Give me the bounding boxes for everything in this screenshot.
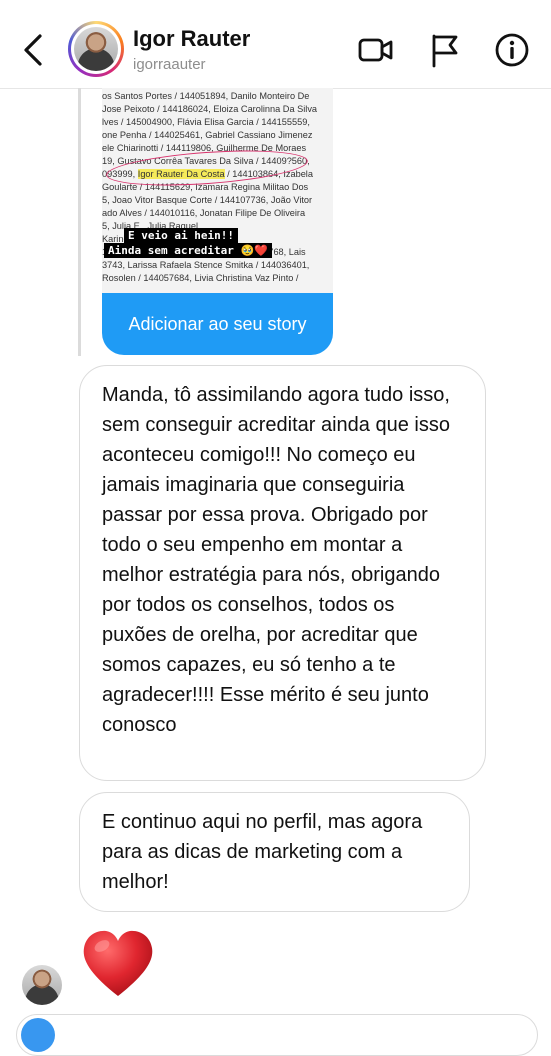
- story-line: Jose Peixoto / 144186024, Eloiza Carolin…: [102, 104, 318, 114]
- story-line: one Penha / 144025461, Gabriel Cassiano …: [102, 130, 313, 140]
- sender-avatar[interactable]: [22, 965, 62, 1005]
- shared-story-image[interactable]: os Santos Portes / 144051894, Danilo Mon…: [102, 88, 333, 293]
- profile-avatar[interactable]: [68, 21, 124, 77]
- story-line: ado Alves / 144010116, Jonatan Filipe De…: [102, 208, 306, 218]
- story-line: 5, Joao Vitor Basque Corte / 144107736, …: [102, 195, 313, 205]
- back-chevron-icon[interactable]: [18, 30, 48, 70]
- reply-indicator-bar: [78, 88, 81, 356]
- add-to-story-button[interactable]: Adicionar ao seu story: [102, 293, 333, 355]
- chat-header: Igor Rauter igorraauter: [0, 0, 551, 89]
- contact-username[interactable]: igorraauter: [133, 56, 206, 73]
- heart-emoji[interactable]: [80, 928, 156, 1000]
- contact-name[interactable]: Igor Rauter: [133, 26, 250, 52]
- flag-icon[interactable]: [426, 32, 462, 68]
- story-line: 3743, Larissa Rafaela Stence Smitka / 14…: [102, 260, 310, 270]
- story-sticker-text-1: E veio ai hein!!: [124, 228, 238, 243]
- video-call-icon[interactable]: [358, 32, 394, 68]
- message-text: E continuo aqui no perfil, mas agora par…: [102, 811, 423, 893]
- camera-icon[interactable]: [21, 1018, 55, 1052]
- story-line: lves / 145004900, Flávia Elisa Garcia / …: [102, 117, 310, 127]
- message-bubble[interactable]: Manda, tô assimilando agora tudo isso, s…: [79, 365, 486, 781]
- info-icon[interactable]: [494, 32, 530, 68]
- message-text: Manda, tô assimilando agora tudo isso, s…: [102, 384, 450, 736]
- message-composer[interactable]: [16, 1014, 538, 1056]
- story-sticker-text-2: Ainda sem acreditar 🥹❤️: [104, 243, 272, 258]
- story-line: os Santos Portes / 144051894, Danilo Mon…: [102, 91, 310, 101]
- story-line: Rosolen / 144057684, Livia Christina Vaz…: [102, 273, 299, 283]
- message-bubble[interactable]: E continuo aqui no perfil, mas agora par…: [79, 792, 470, 912]
